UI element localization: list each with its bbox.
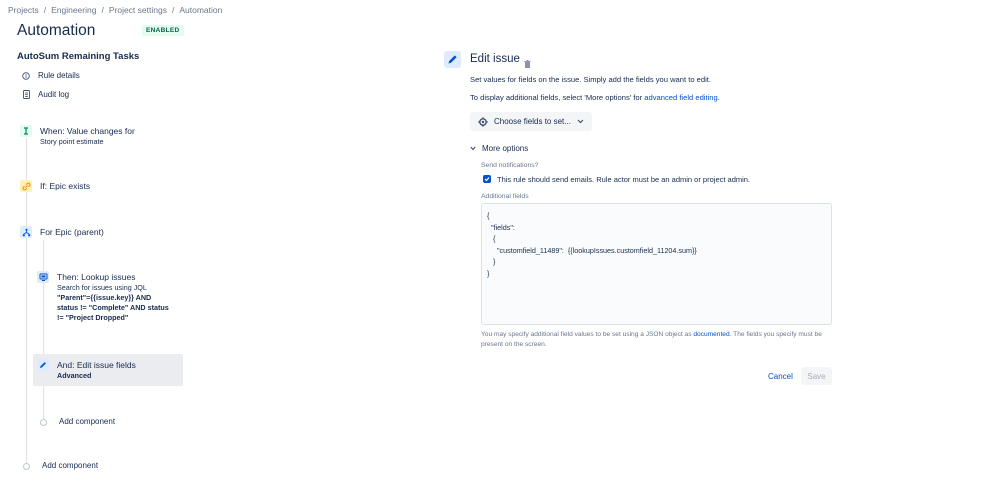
advanced-field-editing-link[interactable]: advanced field editing bbox=[644, 93, 717, 102]
breadcrumb-engineering[interactable]: Engineering bbox=[51, 5, 96, 15]
link-icon bbox=[20, 180, 32, 192]
help-prefix: You may specify additional field values … bbox=[481, 331, 694, 338]
desc2-prefix: To display additional fields, select 'Mo… bbox=[470, 93, 645, 102]
more-options-toggle[interactable]: More options bbox=[470, 144, 528, 153]
trigger-icon bbox=[20, 125, 32, 137]
documented-link[interactable]: documented bbox=[693, 331, 729, 338]
breadcrumb-projects[interactable]: Projects bbox=[8, 5, 39, 15]
lookup-jql-line3: != "Project Dropped" bbox=[57, 313, 129, 322]
send-notifications-label: Send notifications? bbox=[481, 162, 539, 169]
add-component-outer[interactable]: Add component bbox=[23, 460, 98, 472]
lookup-jql-line2: status != "Complete" AND status bbox=[57, 303, 169, 312]
lookup-subtitle: Search for issues using JQL bbox=[57, 283, 147, 292]
branch-icon bbox=[20, 226, 32, 238]
send-notifications-checkbox-label: This rule should send emails. Rule actor… bbox=[497, 175, 751, 184]
chevron-down-icon bbox=[577, 119, 584, 124]
gear-icon bbox=[478, 116, 488, 127]
condition-node[interactable]: If: Epic exists bbox=[20, 180, 90, 192]
condition-title: If: Epic exists bbox=[40, 181, 91, 191]
add-component-inner-label: Add component bbox=[59, 417, 116, 426]
lookup-node[interactable]: Then: Lookup issues Search for issues us… bbox=[37, 271, 169, 323]
additional-fields-textarea[interactable]: { "fields": { "customfield_11489": {{loo… bbox=[481, 203, 832, 325]
lookup-jql-line1: "Parent"={{issue.key}} AND bbox=[57, 293, 152, 302]
cancel-button[interactable]: Cancel bbox=[762, 367, 799, 385]
document-icon bbox=[22, 90, 30, 99]
edit-issue-node[interactable]: And: Edit issue fields Advanced bbox=[37, 359, 136, 381]
trigger-title: When: Value changes for bbox=[40, 126, 135, 136]
add-dot-icon bbox=[23, 462, 30, 470]
trash-icon[interactable] bbox=[524, 55, 531, 73]
choose-fields-label: Choose fields to set... bbox=[494, 117, 571, 126]
checkmark-icon bbox=[484, 177, 490, 182]
panel-description: Set values for fields on the issue. Simp… bbox=[470, 75, 712, 84]
chevron-down-icon bbox=[470, 146, 476, 151]
add-component-inner[interactable]: Add component bbox=[40, 416, 115, 428]
send-notifications-checkbox[interactable] bbox=[483, 175, 491, 183]
edit-node-subtitle: Advanced bbox=[57, 371, 92, 380]
add-dot-icon bbox=[40, 418, 47, 426]
additional-fields-help: You may specify additional field values … bbox=[481, 330, 833, 349]
breadcrumb-separator: / bbox=[43, 5, 47, 15]
info-icon bbox=[22, 71, 30, 80]
page-title: Automation bbox=[17, 22, 96, 39]
edit-issue-panel-icon bbox=[444, 51, 461, 68]
branch-node[interactable]: For Epic (parent) bbox=[20, 226, 104, 238]
choose-fields-button[interactable]: Choose fields to set... bbox=[470, 112, 592, 131]
audit-log-label: Audit log bbox=[38, 90, 70, 99]
add-component-outer-label: Add component bbox=[42, 461, 99, 470]
rule-details-label: Rule details bbox=[38, 71, 80, 80]
panel-title: Edit issue bbox=[470, 53, 520, 65]
monitor-icon bbox=[37, 271, 49, 283]
trigger-subtitle: Story point estimate bbox=[40, 137, 104, 146]
panel-description-more: To display additional fields, select 'Mo… bbox=[470, 93, 720, 102]
pencil-icon bbox=[448, 55, 457, 64]
flow-connector-branch bbox=[43, 240, 44, 420]
save-button[interactable]: Save bbox=[801, 367, 832, 385]
more-options-label: More options bbox=[482, 144, 529, 153]
branch-title: For Epic (parent) bbox=[40, 227, 104, 237]
lookup-title: Then: Lookup issues bbox=[57, 272, 136, 282]
trigger-node[interactable]: When: Value changes for Story point esti… bbox=[20, 125, 135, 147]
pencil-icon bbox=[37, 359, 49, 371]
rule-name: AutoSum Remaining Tasks bbox=[17, 51, 140, 62]
breadcrumb-separator: / bbox=[101, 5, 104, 15]
status-badge: ENABLED bbox=[142, 25, 184, 36]
breadcrumb-automation[interactable]: Automation bbox=[179, 5, 222, 15]
audit-log-link[interactable]: Audit log bbox=[22, 90, 69, 99]
additional-fields-label: Additional fields bbox=[481, 193, 529, 200]
breadcrumb-separator: / bbox=[171, 5, 175, 15]
edit-node-title: And: Edit issue fields bbox=[57, 360, 136, 370]
rule-details-link[interactable]: Rule details bbox=[22, 71, 80, 80]
breadcrumb-project-settings[interactable]: Project settings bbox=[109, 5, 167, 15]
breadcrumb: Projects / Engineering / Project setting… bbox=[8, 5, 222, 15]
desc2-suffix: . bbox=[717, 93, 720, 102]
